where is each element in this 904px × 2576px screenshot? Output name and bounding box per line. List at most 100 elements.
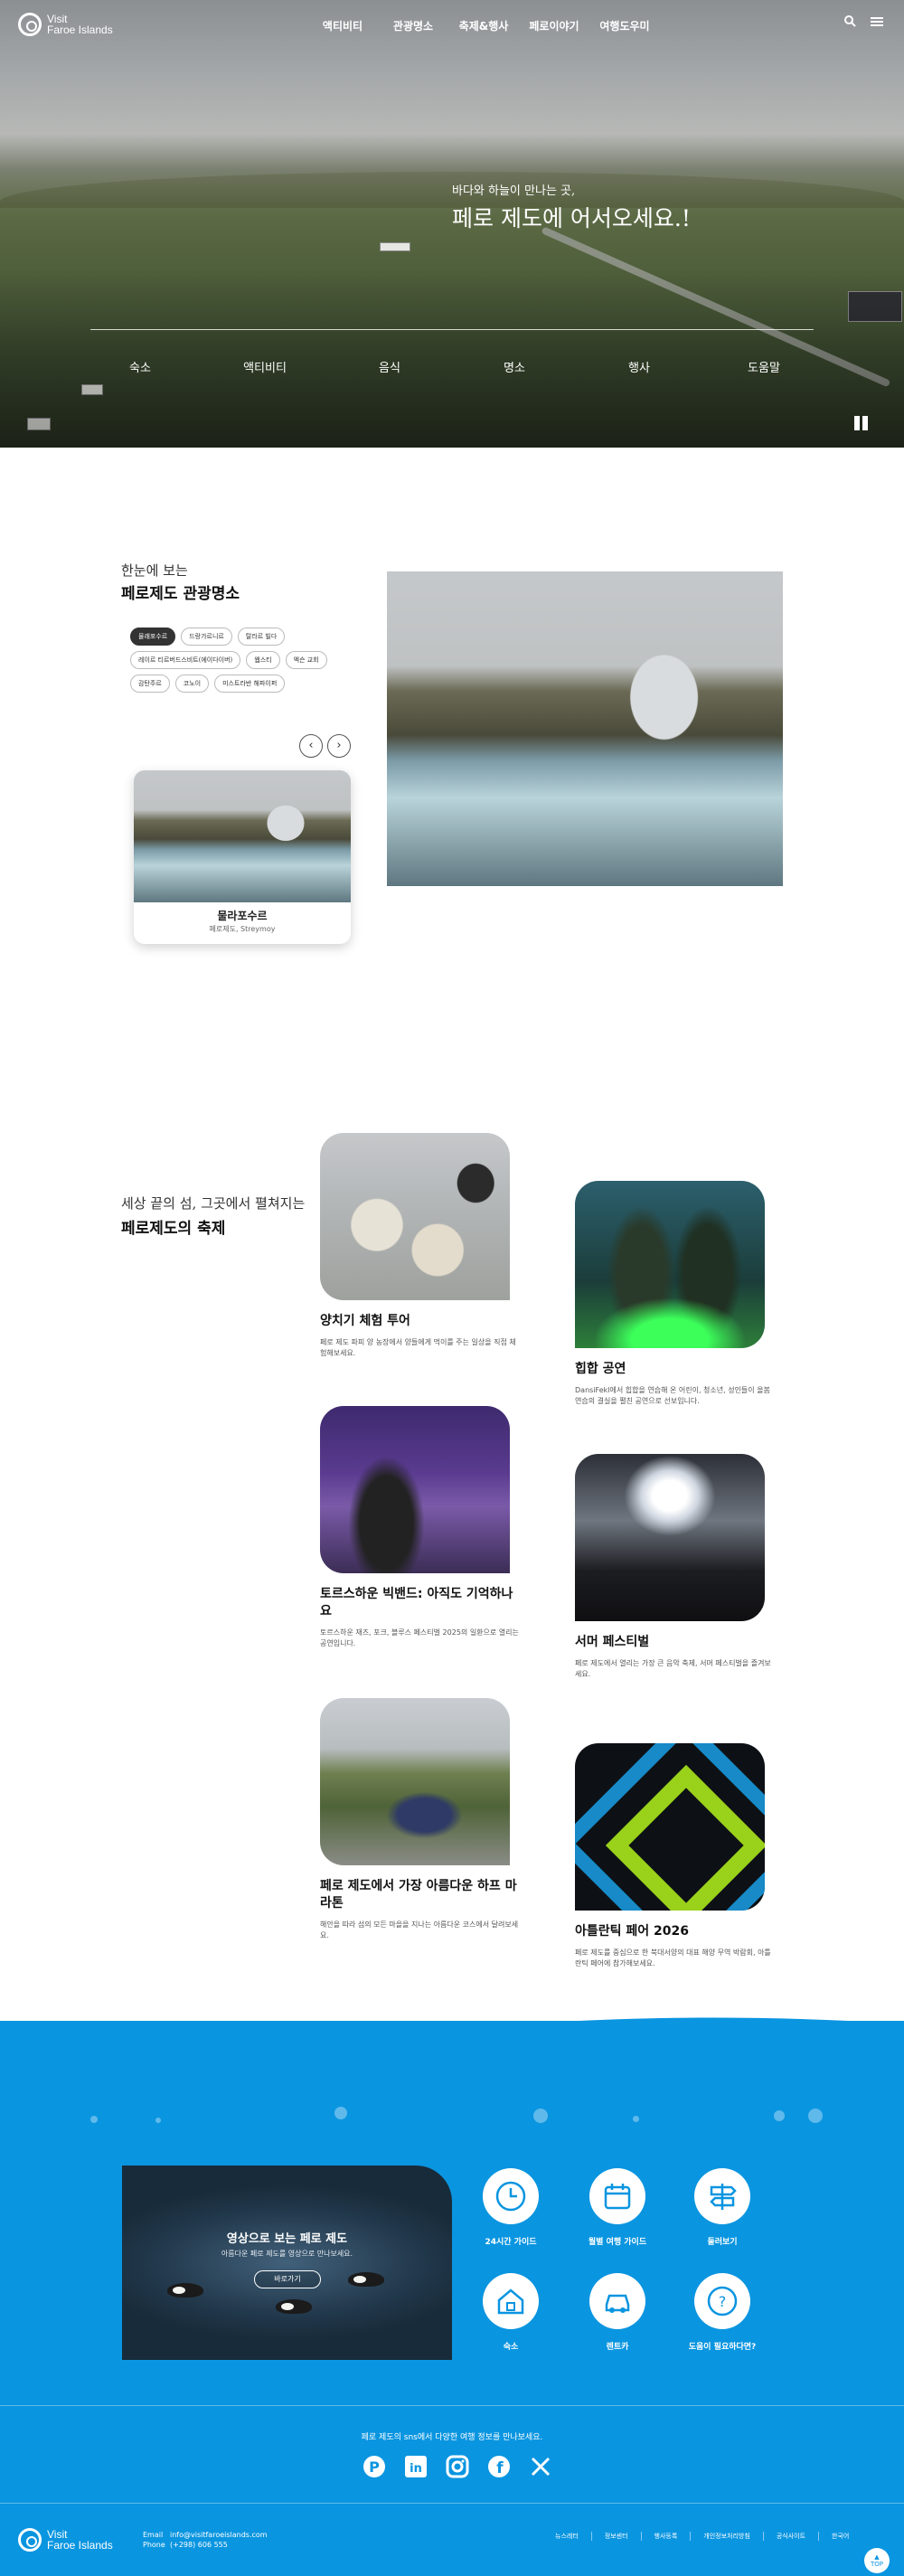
chip-attraction[interactable]: 물래포수르 — [130, 627, 176, 646]
footer-logo[interactable]: Visit Faroe Islands — [18, 2528, 113, 2552]
attractions-subtitle: 한눈에 보는 — [121, 562, 188, 579]
footer-links: 뉴스레터 정보센터 행사등록 개인정보처리방침 공식사이트 한국어 — [542, 2532, 862, 2541]
main-menu: 액티비티 관광명소 축제&행사 페로이야기 여행도우미 — [307, 18, 660, 33]
festival-card[interactable]: 페로 제도에서 가장 아름다운 하프 마라톤 해안을 따라 섬의 모든 마을을 … — [320, 1698, 519, 1941]
service-monthly-guide[interactable]: 월별 여행 가이드 — [568, 2168, 667, 2247]
hero-tab-events[interactable]: 행사 — [589, 358, 689, 375]
search-icon[interactable] — [841, 14, 859, 33]
hero-divider — [90, 329, 814, 330]
festival-desc: 페로 제도에서 열리는 가장 큰 음악 축제, 서머 페스티벌을 즐겨보세요. — [575, 1659, 771, 1678]
hero-title: 페로 제도에 어서오세요.! — [452, 205, 691, 231]
festival-title: 서머 페스티벌 — [575, 1635, 650, 1649]
chip-attraction[interactable]: 엑슨 교회 — [285, 651, 327, 669]
attractions-title: 페로제도 관광명소 — [121, 585, 240, 603]
chip-attraction[interactable]: 레이르 티르버드스비트(에이다이버) — [130, 651, 241, 669]
festival-title: 토르스하운 빅밴드: 아직도 기억하나요 — [320, 1587, 513, 1618]
service-rentcar[interactable]: 렌트카 — [568, 2273, 667, 2352]
festival-desc: DansiFekl에서 힙합을 연습해 온 어린이, 청소년, 성인들이 올봄 … — [575, 1386, 770, 1405]
instagram-icon[interactable] — [445, 2454, 470, 2479]
festival-image — [320, 1133, 510, 1300]
festival-card[interactable]: 아틀란틱 페어 2026 페로 제도를 중심으로 한 북대서양의 대표 해양 무… — [575, 1743, 774, 1969]
video-go-button[interactable]: 바로가기 — [254, 2270, 321, 2288]
pause-icon[interactable] — [853, 416, 870, 432]
pinterest-icon[interactable]: P — [362, 2454, 387, 2479]
festival-title: 힙합 공연 — [575, 1362, 626, 1376]
footer-link-newsletter[interactable]: 뉴스레터 — [542, 2532, 591, 2541]
attraction-card[interactable]: 물라포수르 페로제도, Streymoy — [134, 770, 351, 944]
festival-card[interactable]: 서머 페스티벌 페로 제도에서 열리는 가장 큰 음악 축제, 서머 페스티벌을… — [575, 1454, 774, 1680]
service-label: 둘러보기 — [707, 2238, 738, 2247]
decor-bubble — [90, 2116, 98, 2123]
linkedin-icon[interactable]: in — [403, 2454, 428, 2479]
footer-link-language[interactable]: 한국어 — [818, 2532, 862, 2541]
service-explore[interactable]: 둘러보기 — [673, 2168, 772, 2247]
chip-attraction[interactable]: 코노이 — [174, 675, 210, 693]
service-help[interactable]: ? 도움이 필요하다면? — [673, 2273, 772, 2352]
clock-icon — [483, 2168, 539, 2224]
festivals-title: 페로제도의 축제 — [121, 1220, 226, 1238]
svg-text:P: P — [369, 2458, 380, 2476]
hero-tab-help[interactable]: 도움말 — [714, 358, 814, 375]
decor-bubble — [808, 2109, 823, 2123]
chip-attraction[interactable]: 미스트라반 해파이퍼 — [214, 675, 286, 693]
svg-text:f: f — [496, 2459, 504, 2477]
service-label: 월별 여행 가이드 — [588, 2238, 647, 2247]
x-icon[interactable] — [528, 2454, 553, 2479]
hero-building — [380, 242, 410, 251]
menu-item-travel-helper[interactable]: 여행도우미 — [589, 18, 660, 33]
hero-tab-stay[interactable]: 숙소 — [90, 358, 190, 375]
menu-item-attractions[interactable]: 관광명소 — [378, 18, 448, 33]
chevron-up-icon: ▲ — [874, 2553, 880, 2561]
site-logo[interactable]: Visit Faroe Islands — [18, 13, 113, 36]
phone-label: Phone — [143, 2541, 165, 2549]
menu-item-story[interactable]: 페로이야기 — [519, 18, 589, 33]
calendar-icon — [589, 2168, 645, 2224]
car-icon — [589, 2273, 645, 2329]
hero-tab-food[interactable]: 음식 — [340, 358, 439, 375]
festival-card[interactable]: 힙합 공연 DansiFekl에서 힙합을 연습해 온 어린이, 청소년, 성인… — [575, 1181, 774, 1407]
facebook-icon[interactable]: f — [486, 2454, 512, 2479]
footer-link-privacy[interactable]: 개인정보처리방침 — [690, 2532, 763, 2541]
email-value[interactable]: info@visitfaroeislands.com — [170, 2531, 268, 2539]
festival-desc: 페로 제도 파피 양 농장에서 양들에게 먹이를 주는 일상을 직접 체험해보세… — [320, 1338, 516, 1357]
logo-swirl-icon — [18, 2528, 42, 2552]
decor-bubble — [533, 2109, 548, 2123]
festival-card[interactable]: 양치기 체험 투어 페로 제도 파피 양 농장에서 양들에게 먹이를 주는 일상… — [320, 1133, 519, 1359]
hero-subtitle: 바다와 하늘이 만나는 곳, — [452, 184, 576, 198]
chip-attraction[interactable]: 드랑가르니르 — [181, 627, 232, 646]
service-label: 렌트카 — [606, 2343, 629, 2352]
hero-shade — [0, 267, 904, 448]
footer-sns-message: 페로 제도의 sns에서 다양한 여행 정보를 만나보세요. — [361, 2433, 543, 2442]
menu-item-activity[interactable]: 액티비티 — [307, 18, 378, 33]
top-label: TOP — [870, 2561, 883, 2568]
video-desc: 아름다운 페로 제도를 영상으로 만나보세요. — [221, 2250, 353, 2258]
phone-value: (+298) 606 555 — [170, 2541, 228, 2549]
service-label: 24시간 가이드 — [485, 2238, 537, 2247]
attraction-card-image — [134, 770, 351, 902]
footer-link-official-site[interactable]: 공식사이트 — [762, 2532, 818, 2541]
hero-tabs: 숙소 액티비티 음식 명소 행사 도움말 — [90, 358, 814, 375]
chip-attraction[interactable]: 감탄주르 — [130, 675, 170, 693]
hero-tab-sights[interactable]: 명소 — [465, 358, 564, 375]
service-24h-guide[interactable]: 24시간 가이드 — [461, 2168, 560, 2247]
festival-card[interactable]: 토르스하운 빅밴드: 아직도 기억하나요 토르스하운 재즈, 포크, 블루스 페… — [320, 1406, 519, 1649]
footer-link-event-register[interactable]: 행사등록 — [640, 2532, 691, 2541]
footer-link-info-center[interactable]: 정보센터 — [590, 2532, 641, 2541]
video-banner[interactable]: 영상으로 보는 페로 제도 아름다운 페로 제도를 영상으로 만나보세요. 바로… — [122, 2166, 452, 2360]
chip-attraction[interactable]: 탈라르 빌다 — [237, 627, 286, 646]
footer-contact: Email info@visitfaroeislands.com Phone (+2… — [143, 2530, 268, 2550]
prev-arrow-icon[interactable]: ‹ — [299, 734, 323, 758]
chip-attraction[interactable]: 웹스티 — [246, 651, 280, 669]
hamburger-menu-icon[interactable] — [868, 14, 886, 33]
question-icon: ? — [694, 2273, 750, 2329]
festival-title: 페로 제도에서 가장 아름다운 하프 마라톤 — [320, 1879, 517, 1911]
decor-bubble — [334, 2107, 347, 2119]
hero-tab-activity[interactable]: 액티비티 — [215, 358, 315, 375]
logo-swirl-icon — [18, 13, 42, 36]
attraction-main-image — [387, 571, 783, 886]
menu-item-festivals[interactable]: 축제&행사 — [448, 18, 519, 33]
logo-line2: Faroe Islands — [47, 24, 113, 36]
next-arrow-icon[interactable]: › — [327, 734, 351, 758]
scroll-top-button[interactable]: ▲ TOP — [864, 2548, 890, 2573]
service-stay[interactable]: 숙소 — [461, 2273, 560, 2352]
